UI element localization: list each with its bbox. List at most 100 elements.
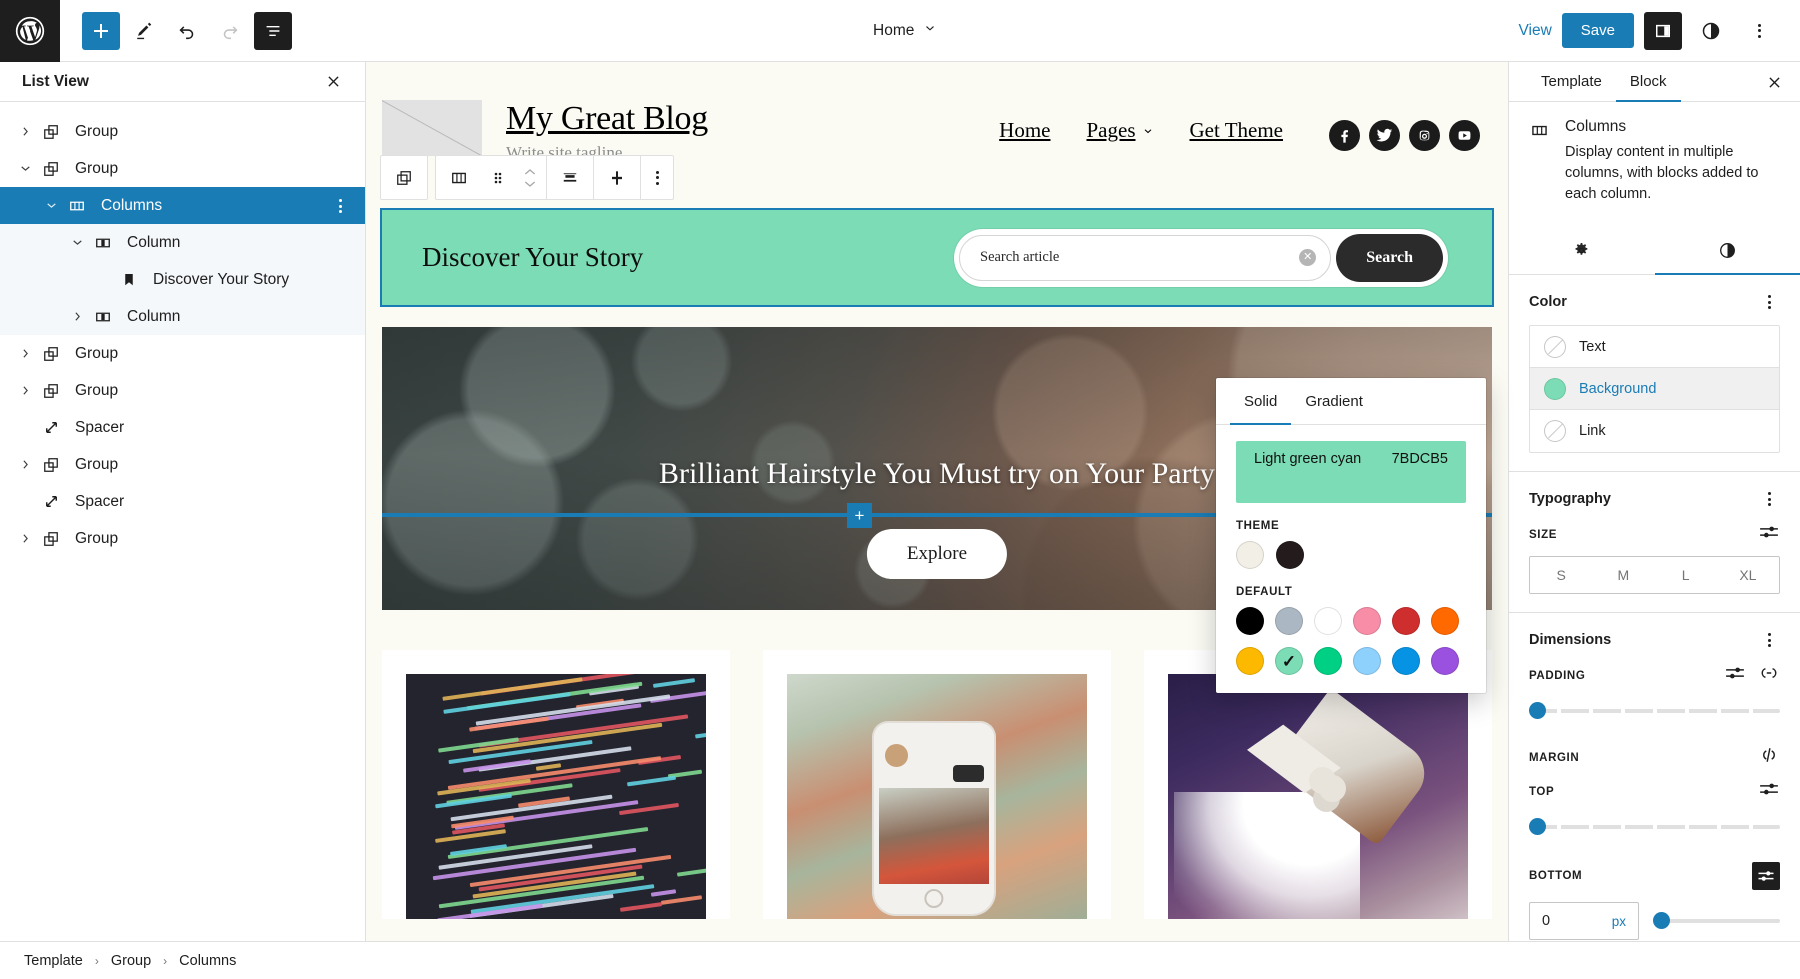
- twitter-icon[interactable]: [1369, 120, 1400, 151]
- settings-gear-icon[interactable]: [1509, 227, 1655, 275]
- list-view-row-group[interactable]: Group: [0, 372, 365, 409]
- padding-slider[interactable]: [1529, 702, 1780, 720]
- sliders-icon[interactable]: [1758, 524, 1780, 545]
- move-block-up-down-buttons[interactable]: [514, 156, 546, 199]
- margin-bottom-input[interactable]: [1542, 913, 1586, 929]
- chevron-down-icon[interactable]: [38, 193, 64, 219]
- wordpress-logo-icon[interactable]: [0, 0, 60, 62]
- margin-bottom-input-group[interactable]: px: [1529, 902, 1639, 940]
- swatch-near-black[interactable]: [1276, 541, 1304, 569]
- list-view-row-group[interactable]: Group: [0, 446, 365, 483]
- add-column-button[interactable]: [594, 156, 640, 199]
- hero-cta-button[interactable]: Explore: [867, 529, 1007, 579]
- slider-knob[interactable]: [1653, 912, 1670, 929]
- styles-contrast-icon[interactable]: [1655, 227, 1800, 275]
- unit-label[interactable]: px: [1612, 914, 1626, 929]
- chevron-right-icon[interactable]: [12, 526, 38, 552]
- swatch-light-green-cyan[interactable]: [1275, 647, 1303, 675]
- sliders-icon[interactable]: [1724, 665, 1746, 686]
- list-view-row-group[interactable]: Group: [0, 520, 365, 557]
- site-logo-placeholder-icon[interactable]: [382, 100, 482, 156]
- list-view-row-group[interactable]: Group: [0, 335, 365, 372]
- color-option-background[interactable]: Background: [1530, 368, 1779, 410]
- tab-solid[interactable]: Solid: [1230, 378, 1291, 425]
- save-button[interactable]: Save: [1562, 13, 1634, 48]
- list-view-row-spacer[interactable]: Spacer: [0, 483, 365, 520]
- document-title-bar[interactable]: Home: [292, 21, 1518, 40]
- youtube-icon[interactable]: [1449, 120, 1480, 151]
- instagram-icon[interactable]: [1409, 120, 1440, 151]
- sliders-icon[interactable]: [1752, 862, 1780, 890]
- card-item[interactable]: [763, 650, 1111, 919]
- chevron-right-icon[interactable]: [12, 378, 38, 404]
- styles-button[interactable]: [1692, 12, 1730, 50]
- search-submit-button[interactable]: Search: [1336, 234, 1443, 282]
- list-view-row-spacer[interactable]: Spacer: [0, 409, 365, 446]
- columns-block-selected[interactable]: Discover Your Story ✕ Search: [382, 210, 1492, 305]
- list-view-row-column[interactable]: Column: [0, 298, 365, 335]
- link-sides-icon[interactable]: [1758, 665, 1780, 686]
- three-dots-vertical-icon[interactable]: [1758, 488, 1780, 510]
- slider-knob[interactable]: [1529, 702, 1546, 719]
- chevron-right-icon[interactable]: [64, 304, 90, 330]
- font-size-option-xl[interactable]: XL: [1717, 557, 1779, 593]
- tab-template[interactable]: Template: [1527, 62, 1616, 102]
- list-view-button[interactable]: [254, 12, 292, 50]
- swatch-vivid-cyan-blue[interactable]: [1392, 647, 1420, 675]
- list-view-row-group[interactable]: Group: [0, 150, 365, 187]
- view-link[interactable]: View: [1518, 22, 1551, 40]
- close-icon[interactable]: [1760, 68, 1788, 96]
- three-dots-vertical-icon[interactable]: [1758, 629, 1780, 651]
- list-view-row-column[interactable]: Column: [0, 224, 365, 261]
- card-item[interactable]: [382, 650, 730, 919]
- unlink-sides-icon[interactable]: [1758, 746, 1780, 769]
- color-option-text[interactable]: Text: [1530, 326, 1779, 368]
- tools-pencil-button[interactable]: [125, 12, 163, 50]
- breadcrumb-item-group[interactable]: Group: [111, 953, 151, 969]
- swatch-vivid-green-cyan[interactable]: [1314, 647, 1342, 675]
- block-type-columns-button[interactable]: [436, 156, 482, 199]
- three-dots-vertical-icon[interactable]: [1758, 291, 1780, 313]
- chevron-right-icon[interactable]: [12, 341, 38, 367]
- list-view-row-columns[interactable]: Columns: [0, 187, 365, 224]
- breadcrumb-item-columns[interactable]: Columns: [179, 953, 236, 969]
- more-options-button[interactable]: [1740, 12, 1778, 50]
- clear-circle-x-icon[interactable]: ✕: [1299, 249, 1316, 266]
- drag-dots-icon[interactable]: [482, 156, 514, 199]
- swatch-pale-pink[interactable]: [1353, 607, 1381, 635]
- redo-button[interactable]: [211, 12, 249, 50]
- swatch-pale-cyan-blue[interactable]: [1353, 647, 1381, 675]
- close-icon[interactable]: [319, 68, 347, 96]
- font-size-option-m[interactable]: M: [1592, 557, 1654, 593]
- swatch-black[interactable]: [1236, 607, 1264, 635]
- swatch-luminous-orange[interactable]: [1431, 607, 1459, 635]
- swatch-vivid-red[interactable]: [1392, 607, 1420, 635]
- nav-item-home[interactable]: Home: [999, 118, 1050, 143]
- facebook-icon[interactable]: [1329, 120, 1360, 151]
- undo-button[interactable]: [168, 12, 206, 50]
- swatch-cyan-bluish-gray[interactable]: [1275, 607, 1303, 635]
- list-view-row-group[interactable]: Group: [0, 113, 365, 150]
- settings-sidebar-button[interactable]: [1644, 12, 1682, 50]
- margin-bottom-slider[interactable]: [1653, 912, 1780, 930]
- slider-knob[interactable]: [1529, 818, 1546, 835]
- swatch-luminous-amber[interactable]: [1236, 647, 1264, 675]
- color-option-link[interactable]: Link: [1530, 410, 1779, 452]
- swatch-vivid-purple[interactable]: [1431, 647, 1459, 675]
- chevron-down-icon[interactable]: [64, 230, 90, 256]
- block-more-options-button[interactable]: [641, 156, 673, 199]
- search-field[interactable]: ✕: [959, 235, 1331, 281]
- font-size-option-s[interactable]: S: [1530, 557, 1592, 593]
- add-block-button[interactable]: [82, 12, 120, 50]
- chevron-down-icon[interactable]: [12, 156, 38, 182]
- sliders-icon[interactable]: [1758, 781, 1780, 802]
- list-view-row-discover-your-story[interactable]: Discover Your Story: [0, 261, 365, 298]
- three-dots-vertical-icon[interactable]: [329, 195, 351, 217]
- plus-icon[interactable]: +: [847, 503, 872, 528]
- vertical-align-icon[interactable]: [547, 156, 593, 199]
- breadcrumb-item-template[interactable]: Template: [24, 953, 83, 969]
- site-title[interactable]: My Great Blog: [506, 100, 708, 137]
- select-parent-group-button[interactable]: [381, 156, 427, 199]
- chevron-right-icon[interactable]: [12, 119, 38, 145]
- margin-top-slider[interactable]: [1529, 818, 1780, 836]
